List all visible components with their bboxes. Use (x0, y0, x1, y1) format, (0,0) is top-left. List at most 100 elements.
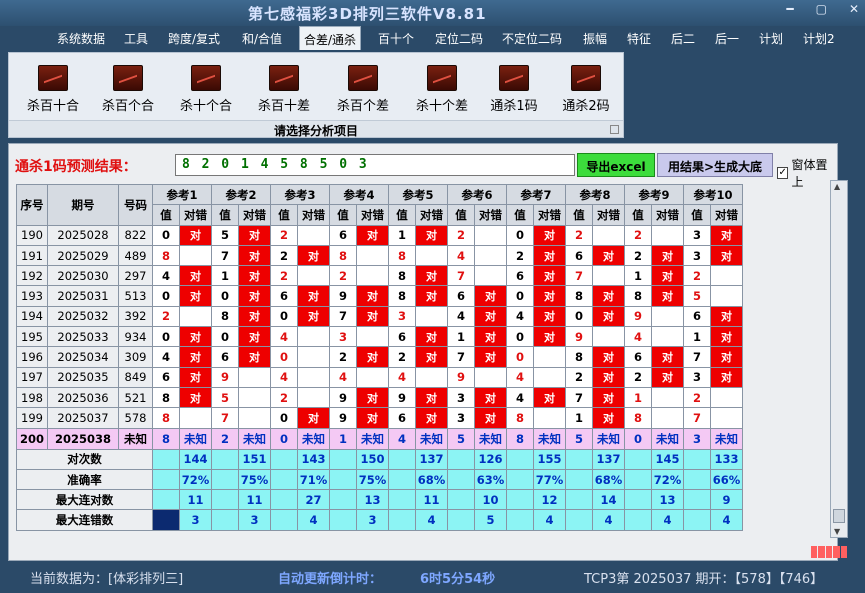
cell-code: 513 (118, 285, 153, 307)
stats-pad (683, 489, 711, 511)
cell-ref-value: 0 (152, 285, 180, 307)
cell-ref-value: 8 (211, 305, 239, 328)
minimize-icon[interactable]: ━ (786, 2, 793, 16)
cell-hit: 对 (474, 407, 507, 429)
menu-item[interactable]: 特征 (627, 30, 651, 47)
stats-label: 准确率 (16, 468, 153, 491)
cell-miss (710, 407, 743, 429)
subheader-result: 对错 (533, 204, 566, 226)
cell-ref-value: 1 (211, 265, 239, 287)
cell-hit: 对 (356, 346, 389, 368)
cell-hit: 对 (415, 285, 448, 307)
stats-pad (270, 468, 298, 491)
scroll-thumb[interactable] (833, 509, 845, 523)
subheader-value: 值 (329, 204, 357, 226)
window-title: 第七感福彩3D排列三软件V8.81 (248, 5, 487, 23)
cell-pred-value: 1 (329, 427, 357, 450)
stats-row: 最大连错数 3 3 4 3 4 5 4 4 4 4 (16, 509, 743, 531)
table-row[interactable]: 196 2025034 309 4 对 6 对 0 2 对 2 对 7 对 0 8 对 6 对 7 对 (16, 346, 743, 368)
cell-ref-value: 1 (683, 326, 711, 348)
generate-base-button[interactable]: 用结果>生成大底 (657, 153, 773, 177)
cell-period: 2025029 (47, 244, 119, 267)
cell-hit: 对 (415, 224, 448, 246)
ribbon-button[interactable]: 杀百个合 (92, 65, 164, 114)
chart-icon (191, 65, 221, 91)
stats-value: 11 (238, 489, 271, 511)
menu-item[interactable]: 振幅 (583, 30, 607, 47)
menu-item[interactable]: 跨度/复式 (168, 30, 220, 47)
cell-code: 934 (118, 326, 153, 348)
table-row[interactable]: 194 2025032 392 2 8 对 0 对 7 对 3 4 对 4 对 0 对 9 6 对 (16, 305, 743, 328)
topmost-checkbox-group[interactable]: ✓ 窗体置上 (777, 156, 837, 190)
stats-value: 14 (592, 489, 625, 511)
table-row[interactable]: 195 2025033 934 0 对 0 对 4 3 6 对 1 对 0 对 9 4 1 对 (16, 326, 743, 348)
ribbon-button[interactable]: 通杀1码 (478, 65, 550, 114)
menu-item[interactable]: 百十个 (378, 30, 414, 47)
cell-ref-value: 2 (683, 386, 711, 409)
ribbon-button[interactable]: 杀十个合 (170, 65, 242, 114)
cell-hit: 对 (533, 326, 566, 348)
prediction-result-field[interactable]: 8 2 0 1 4 5 8 5 0 3 (175, 154, 575, 176)
cell-ref-value: 2 (270, 244, 298, 267)
menu-item[interactable]: 后二 (671, 30, 695, 47)
cell-miss (415, 305, 448, 328)
table-row[interactable]: 192 2025030 297 4 对 1 对 2 2 8 对 7 6 对 7 1 对 2 (16, 265, 743, 287)
stats-value: 63% (474, 468, 507, 491)
stats-value: 4 (592, 509, 625, 531)
menu-item[interactable]: 和/合值 (242, 30, 282, 47)
scroll-down-icon[interactable]: ▼ (834, 527, 840, 536)
restore-icon[interactable]: ▢ (816, 2, 827, 16)
subheader-result: 对错 (356, 204, 389, 226)
table-row[interactable]: 197 2025035 849 6 对 9 4 4 4 9 4 2 对 2 对 3 对 (16, 366, 743, 388)
menu-item[interactable]: 不定位二码 (502, 30, 562, 47)
table-row-pending[interactable]: 200 2025038 未知 8 未知 2 未知 0 未知 1 未知 4 未知 5 未知 8 未知 5 未知 0 未知 3… (16, 427, 743, 450)
cell-period: 2025036 (47, 386, 119, 409)
menu-item[interactable]: 定位二码 (435, 30, 483, 47)
ribbon-button[interactable]: 杀百十差 (248, 65, 320, 114)
stats-value: 68% (592, 468, 625, 491)
cell-ref-value: 8 (152, 244, 180, 267)
cell-ref-value: 2 (329, 265, 357, 287)
stats-value: 137 (415, 448, 448, 470)
ribbon-button[interactable]: 杀百十合 (17, 65, 89, 114)
cell-hit: 对 (651, 244, 684, 267)
topmost-checkbox[interactable]: ✓ (777, 167, 789, 179)
cell-ref-value: 2 (624, 366, 652, 388)
cell-hit: 对 (356, 386, 389, 409)
menu-item[interactable]: 合差/通杀 (299, 26, 362, 50)
cell-period: 2025037 (47, 407, 119, 429)
dialog-launcher-icon[interactable] (610, 125, 619, 134)
stats-value: 10 (474, 489, 507, 511)
table-row[interactable]: 191 2025029 489 8 7 对 2 对 8 8 4 2 对 6 对 2 对 3 对 (16, 244, 743, 267)
menu-item[interactable]: 计划 (759, 30, 783, 47)
cell-hit: 对 (238, 305, 271, 328)
ribbon-button[interactable]: 杀十个差 (406, 65, 478, 114)
export-excel-button[interactable]: 导出excel (577, 153, 655, 177)
table-row[interactable]: 193 2025031 513 0 对 0 对 6 对 9 对 8 对 6 对 0 对 8 对 8 对 5 (16, 285, 743, 307)
ribbon-button[interactable]: 通杀2码 (550, 65, 622, 114)
stats-pad (447, 489, 475, 511)
column-header-ref: 参考5 (388, 183, 448, 206)
cell-seq: 191 (16, 244, 48, 267)
stats-pad (152, 509, 180, 531)
vertical-scrollbar[interactable]: ▲ ▼ (830, 180, 848, 538)
table-row[interactable]: 198 2025036 521 8 对 5 2 9 对 9 对 3 对 4 对 7 对 1 2 (16, 386, 743, 409)
table-row[interactable]: 190 2025028 822 0 对 5 对 2 6 对 1 对 2 0 对 2 2 3 对 (16, 224, 743, 246)
cell-hit: 对 (179, 224, 212, 246)
cell-ref-value: 8 (506, 407, 534, 429)
cell-miss (179, 407, 212, 429)
ribbon-button[interactable]: 杀百个差 (327, 65, 399, 114)
stats-value: 27 (297, 489, 330, 511)
menu-item[interactable]: 计划2 (803, 30, 835, 47)
cell-ref-value: 8 (565, 346, 593, 368)
menu-item[interactable]: 后一 (715, 30, 739, 47)
table-row[interactable]: 199 2025037 578 8 7 0 对 9 对 6 对 3 对 8 1 对 8 7 (16, 407, 743, 429)
scroll-up-icon[interactable]: ▲ (834, 182, 840, 191)
menu-item[interactable]: 系统数据 (57, 30, 105, 47)
cell-pred-unknown: 未知 (474, 427, 507, 450)
cell-miss (651, 305, 684, 328)
close-icon[interactable]: ✕ (849, 2, 859, 16)
ribbon-button-label: 杀百十差 (257, 99, 310, 114)
menu-item[interactable]: 工具 (124, 30, 148, 47)
cell-ref-value: 5 (211, 386, 239, 409)
